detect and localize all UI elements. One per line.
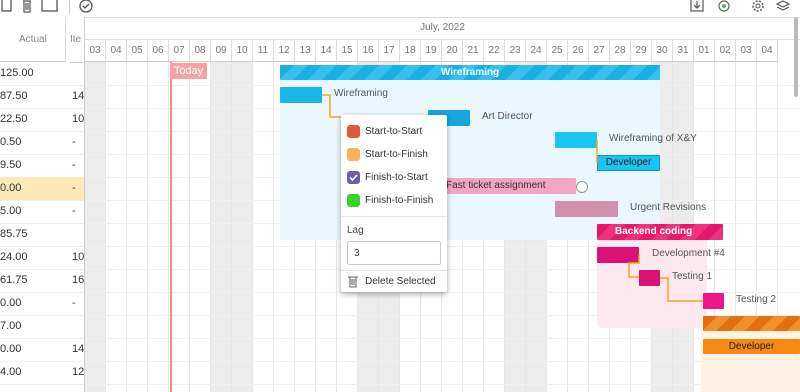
link-type-option[interactable]: Finish-to-Finish bbox=[341, 190, 447, 212]
items-cell: 16 bbox=[72, 274, 85, 286]
vertical-scrollbar[interactable] bbox=[794, 17, 798, 97]
option-label: Start-to-Finish bbox=[365, 149, 428, 160]
color-swatch bbox=[347, 148, 360, 161]
link-type-option[interactable]: Start-to-Finish bbox=[341, 144, 447, 166]
actual-cell: 87.50 bbox=[0, 90, 28, 102]
column-header-items[interactable]: Ite bbox=[70, 17, 84, 63]
items-cell: 12 bbox=[72, 366, 85, 378]
table-row[interactable]: 0.00 14 bbox=[0, 338, 84, 362]
actual-cell: 0.50 bbox=[0, 136, 22, 148]
link-type-option[interactable]: Start-to-Start bbox=[341, 121, 447, 143]
actual-cell: 5.00 bbox=[0, 205, 22, 217]
column-header-actual[interactable]: Actual bbox=[0, 17, 66, 62]
color-swatch bbox=[347, 125, 360, 138]
delete-selected-label: Delete Selected bbox=[365, 276, 436, 287]
trash-icon bbox=[348, 276, 358, 288]
actual-cell: 24.00 bbox=[0, 251, 28, 263]
table-row[interactable]: 0.00 - bbox=[0, 177, 84, 201]
table-row[interactable]: 0.50 - bbox=[0, 131, 84, 155]
settings-alt-icon[interactable] bbox=[716, 0, 732, 14]
delete-selected-button[interactable]: Delete Selected bbox=[341, 270, 447, 293]
link-type-popup: Start-to-Start Start-to-Finish Finish-to-S… bbox=[341, 115, 447, 292]
actual-cell: 61.75 bbox=[0, 274, 28, 286]
option-label: Start-to-Start bbox=[365, 126, 423, 137]
table-row[interactable]: 9.50 - bbox=[0, 154, 84, 178]
task-grid: Actual Ite 125.00 87.50 14 22.50 10 0.50-9.50… bbox=[0, 17, 85, 392]
actual-cell: 22.50 bbox=[0, 113, 28, 125]
items-cell: 14 bbox=[72, 343, 85, 355]
toolbar bbox=[0, 0, 800, 18]
table-row[interactable]: 87.50 14 bbox=[0, 85, 84, 109]
check-circle-icon[interactable] bbox=[78, 0, 94, 14]
option-label: Finish-to-Start bbox=[365, 172, 428, 183]
table-row[interactable]: 7.00 bbox=[0, 315, 84, 339]
actual-cell: 0.00 bbox=[0, 297, 22, 309]
square-icon[interactable] bbox=[41, 0, 59, 14]
table-row[interactable]: 4.00 12 bbox=[0, 361, 84, 385]
table-row[interactable]: 0.00 - bbox=[0, 292, 84, 316]
items-cell: - bbox=[72, 205, 76, 217]
table-row[interactable]: 125.00 bbox=[0, 62, 84, 86]
lag-input[interactable] bbox=[347, 241, 441, 265]
layers-icon[interactable] bbox=[775, 0, 791, 14]
table-row[interactable]: 24.00 10 bbox=[0, 246, 84, 270]
items-cell: - bbox=[72, 159, 76, 171]
actual-cell: 125.00 bbox=[0, 67, 34, 79]
checkbox-checked-icon bbox=[347, 171, 360, 184]
lag-label: Lag bbox=[347, 225, 364, 236]
actual-cell: 0.00 bbox=[0, 182, 22, 194]
gear-icon[interactable] bbox=[750, 0, 766, 14]
table-row[interactable]: 85.75 bbox=[0, 223, 84, 247]
items-cell: - bbox=[72, 297, 76, 309]
color-swatch bbox=[347, 194, 360, 207]
items-cell: - bbox=[72, 182, 76, 194]
toolbar-divider bbox=[69, 0, 70, 14]
file-icon[interactable] bbox=[0, 0, 14, 14]
items-cell: 10 bbox=[72, 251, 85, 263]
items-cell: 14 bbox=[72, 90, 85, 102]
items-cell: 10 bbox=[72, 113, 85, 125]
download-icon[interactable] bbox=[690, 0, 704, 14]
link-type-option[interactable]: Finish-to-Start bbox=[341, 167, 447, 189]
option-label: Finish-to-Finish bbox=[365, 195, 434, 206]
actual-cell: 0.00 bbox=[0, 343, 22, 355]
actual-cell: 85.75 bbox=[0, 228, 28, 240]
actual-cell: 7.00 bbox=[0, 320, 22, 332]
actual-cell: 9.50 bbox=[0, 159, 22, 171]
trash-icon[interactable] bbox=[20, 0, 34, 14]
table-row[interactable]: 22.50 10 bbox=[0, 108, 84, 132]
items-cell: - bbox=[72, 136, 76, 148]
table-row[interactable]: 61.75 16 bbox=[0, 269, 84, 293]
table-row[interactable]: 5.00 - bbox=[0, 200, 84, 224]
popup-divider bbox=[341, 216, 447, 217]
actual-cell: 4.00 bbox=[0, 366, 22, 378]
